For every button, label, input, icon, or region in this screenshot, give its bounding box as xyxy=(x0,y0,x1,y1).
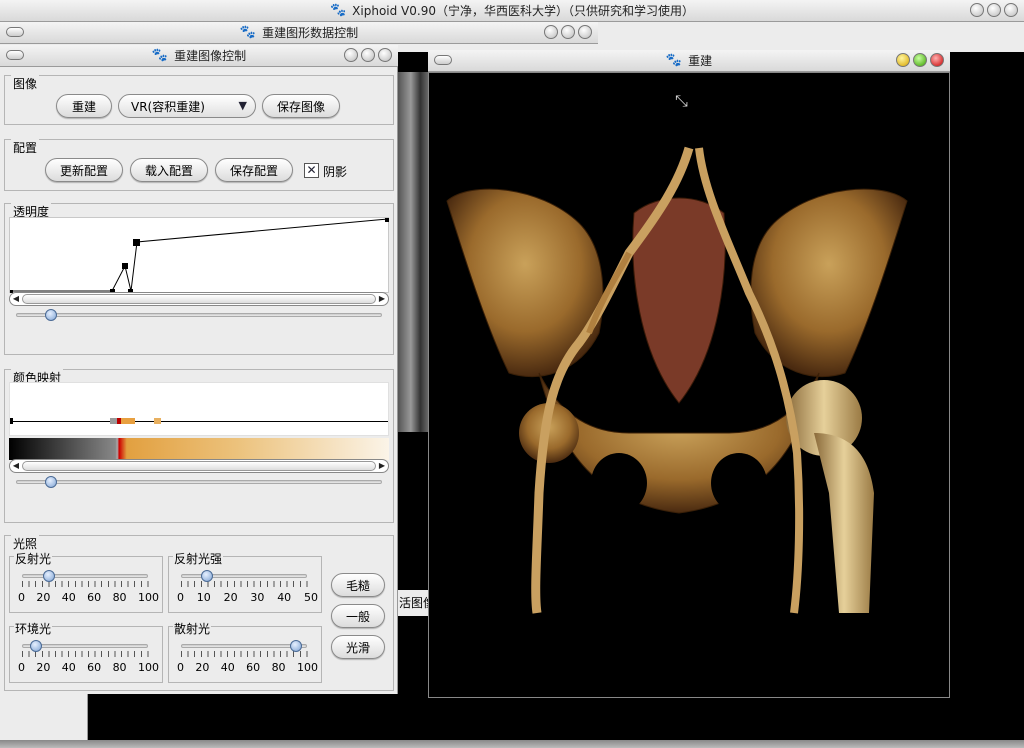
paw-icon: 🐾 xyxy=(151,48,169,63)
opacity-curve xyxy=(10,218,389,294)
close-icon[interactable] xyxy=(378,48,392,62)
data-window-controls xyxy=(544,25,592,39)
scroll-left-icon[interactable]: ◀ xyxy=(10,293,22,305)
rebuild-button[interactable]: 重建 xyxy=(56,94,112,118)
render-window-controls xyxy=(896,53,944,67)
render-mode-value: VR(容积重建) xyxy=(131,99,205,114)
colormap-node[interactable] xyxy=(10,418,13,424)
shade-icon[interactable] xyxy=(6,27,24,37)
control-panel: 图像 重建 VR(容积重建) ▼ 保存图像 配置 更新配置 载入配置 保存配置 … xyxy=(0,67,398,694)
reflect-strength-label: 反射光强 xyxy=(173,550,224,567)
save-config-button[interactable]: 保存配置 xyxy=(215,158,293,182)
close-icon[interactable] xyxy=(1004,3,1018,17)
rough-button[interactable]: 毛糙 xyxy=(331,573,385,597)
image-group-title: 图像 xyxy=(11,75,40,92)
paw-icon: 🐾 xyxy=(665,53,683,68)
reflect-slider-knob[interactable] xyxy=(43,570,55,582)
taskbar xyxy=(0,740,1024,748)
reflect-slider-track[interactable] xyxy=(22,574,148,578)
colormap-baseline xyxy=(10,421,388,422)
maximize-icon[interactable] xyxy=(561,25,575,39)
diffuse-scale: 0 20 40 60 80 100 xyxy=(177,661,318,674)
colormap-node[interactable] xyxy=(121,418,135,424)
render-window-titlebar[interactable]: 🐾 重建 xyxy=(428,50,950,72)
reflect-strength-ticks xyxy=(181,581,309,587)
smooth-button[interactable]: 光滑 xyxy=(331,635,385,659)
close-icon[interactable] xyxy=(578,25,592,39)
scroll-right-icon[interactable]: ▶ xyxy=(376,293,388,305)
scroll-left-icon[interactable]: ◀ xyxy=(10,460,22,472)
paw-icon: 🐾 xyxy=(329,3,347,18)
ambient-ticks xyxy=(22,651,150,657)
colormap-slider-knob[interactable] xyxy=(45,476,57,488)
ambient-scale: 0 20 40 60 80 100 xyxy=(18,661,159,674)
opacity-transfer-plot[interactable] xyxy=(9,217,389,294)
opacity-slider-knob[interactable] xyxy=(45,309,57,321)
update-config-button[interactable]: 更新配置 xyxy=(45,158,123,182)
control-window-controls xyxy=(344,48,392,62)
scroll-thumb[interactable] xyxy=(22,461,376,471)
control-window-titlebar[interactable]: 🐾 重建图像控制 xyxy=(0,45,398,67)
colormap-nodes-plot[interactable] xyxy=(9,382,389,436)
volume-render-viewport[interactable]: ⤡ xyxy=(428,72,950,698)
colormap-gradient xyxy=(9,438,389,460)
scroll-thumb[interactable] xyxy=(22,294,376,304)
reflect-scale: 0 20 40 60 80 100 xyxy=(18,591,159,604)
config-group-title: 配置 xyxy=(11,139,40,156)
colormap-node[interactable] xyxy=(110,418,117,424)
data-window-titlebar[interactable]: 🐾 重建图形数据控制 xyxy=(0,22,598,44)
load-config-button[interactable]: 载入配置 xyxy=(130,158,208,182)
main-title: Xiphoid V0.90（宁净，华西医科大学）（只供研究和学习使用） xyxy=(352,4,694,18)
bg-partial-button: 活图像 xyxy=(398,590,430,616)
diffuse-slider-track[interactable] xyxy=(181,644,307,648)
main-window-controls xyxy=(970,3,1018,17)
shade-icon[interactable] xyxy=(6,50,24,60)
maximize-icon[interactable] xyxy=(987,3,1001,17)
control-window-title: 重建图像控制 xyxy=(174,49,247,63)
minimize-icon[interactable] xyxy=(344,48,358,62)
reflect-strength-scale: 0 10 20 30 40 50 xyxy=(177,591,318,604)
reflect-label: 反射光 xyxy=(14,550,53,567)
opacity-slider-track[interactable] xyxy=(16,313,382,317)
minimize-icon[interactable] xyxy=(544,25,558,39)
diffuse-slider-knob[interactable] xyxy=(290,640,302,652)
ambient-label: 环境光 xyxy=(14,620,53,637)
main-titlebar[interactable]: 🐾 Xiphoid V0.90（宁净，华西医科大学）（只供研究和学习使用） xyxy=(0,0,1024,22)
reflect-strength-slider-track[interactable] xyxy=(181,574,307,578)
colormap-hscrollbar[interactable]: ◀ ▶ xyxy=(9,459,389,473)
render-mode-select[interactable]: VR(容积重建) ▼ xyxy=(118,94,256,118)
minimize-icon[interactable] xyxy=(970,3,984,17)
maximize-icon[interactable] xyxy=(361,48,375,62)
shadow-checkbox[interactable]: ✕ xyxy=(304,163,319,178)
scroll-right-icon[interactable]: ▶ xyxy=(376,460,388,472)
pelvis-volume-rendering xyxy=(446,146,908,614)
diffuse-label: 散射光 xyxy=(173,620,212,637)
ct-slice-view xyxy=(398,72,430,432)
close-icon[interactable] xyxy=(930,53,944,67)
reflect-strength-slider-knob[interactable] xyxy=(201,570,213,582)
colormap-slider-track[interactable] xyxy=(16,480,382,484)
reflect-ticks xyxy=(22,581,150,587)
opacity-hscrollbar[interactable]: ◀ ▶ xyxy=(9,292,389,306)
data-window-title: 重建图形数据控制 xyxy=(262,26,359,40)
ambient-slider-knob[interactable] xyxy=(30,640,42,652)
shadow-label: 阴影 xyxy=(323,165,348,179)
save-image-button[interactable]: 保存图像 xyxy=(262,94,340,118)
colormap-node[interactable] xyxy=(154,418,161,424)
paw-icon: 🐾 xyxy=(239,25,257,40)
normal-button[interactable]: 一般 xyxy=(331,604,385,628)
maximize-icon[interactable] xyxy=(913,53,927,67)
minimize-icon[interactable] xyxy=(896,53,910,67)
chevron-down-icon: ▼ xyxy=(238,99,247,112)
diffuse-ticks xyxy=(181,651,309,657)
shade-icon[interactable] xyxy=(434,55,452,65)
render-window-title: 重建 xyxy=(688,54,713,68)
